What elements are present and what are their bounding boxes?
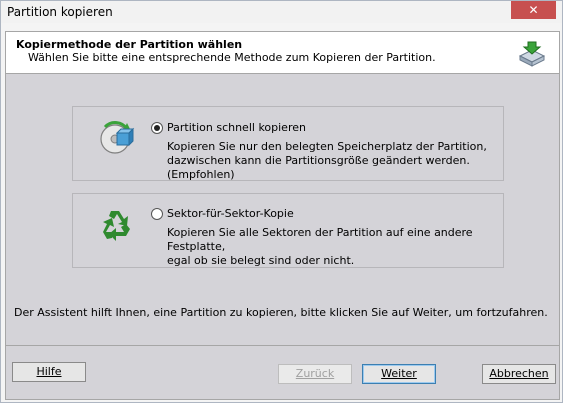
cancel-button[interactable]: Abbrechen (482, 364, 556, 384)
option-label-fast-copy[interactable]: Partition schnell kopieren (167, 121, 306, 134)
next-button-label: Weiter (381, 367, 417, 380)
back-button-label: Zurück (295, 367, 335, 380)
next-button[interactable]: Weiter (362, 364, 436, 384)
option-description-line: Kopieren Sie nur den belegten Speicherpl… (167, 140, 487, 153)
wizard-header: Kopiermethode der Partition wählen Wähle… (6, 32, 559, 74)
option-description-line: egal ob sie belegt sind oder nicht. (167, 254, 355, 267)
option-description-fast-copy: Kopieren Sie nur den belegten Speicherpl… (167, 140, 507, 182)
window-title: Partition kopieren (7, 5, 113, 19)
dialog-window: Partition kopieren ✕ Kopiermethode der P… (0, 0, 563, 403)
option-sector-copy[interactable]: Sektor-für-Sektor-Kopie Kopieren Sie all… (72, 193, 504, 268)
header-title: Kopiermethode der Partition wählen (16, 38, 243, 51)
cancel-button-label: Abbrechen (489, 367, 549, 380)
option-description-sector-copy: Kopieren Sie alle Sektoren der Partition… (167, 226, 507, 268)
radio-fast-copy[interactable] (151, 122, 163, 134)
recycle-icon (97, 205, 137, 245)
divider (6, 345, 559, 346)
back-button[interactable]: Zurück (278, 364, 352, 384)
title-bar[interactable]: Partition kopieren ✕ (1, 1, 562, 23)
header-subtitle: Wählen Sie bitte eine entsprechende Meth… (28, 51, 436, 64)
option-description-line: Kopieren Sie alle Sektoren der Partition… (167, 226, 473, 253)
radio-sector-copy[interactable] (151, 208, 163, 220)
option-label-sector-copy[interactable]: Sektor-für-Sektor-Kopie (167, 207, 294, 220)
fast-copy-disc-icon (97, 117, 137, 157)
dialog-client-area: Kopiermethode der Partition wählen Wähle… (5, 31, 560, 400)
disk-copy-icon (517, 38, 547, 68)
option-description-line: dazwischen kann die Partitionsgröße geän… (167, 154, 470, 181)
help-button[interactable]: Hilfe (12, 362, 86, 382)
option-fast-copy[interactable]: Partition schnell kopieren Kopieren Sie … (72, 106, 504, 181)
close-button[interactable]: ✕ (511, 1, 556, 19)
help-button-label: Hilfe (36, 365, 62, 378)
assistant-hint-text: Der Assistent hilft Ihnen, eine Partitio… (14, 306, 548, 319)
